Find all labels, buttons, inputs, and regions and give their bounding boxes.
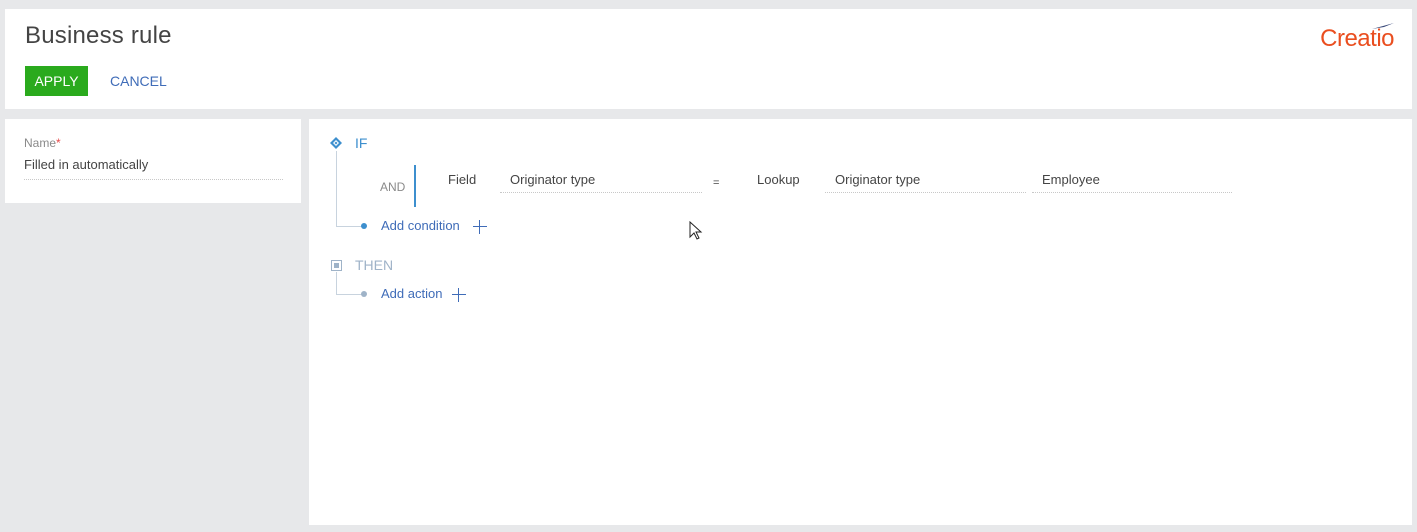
rule-editor-panel: IF AND Field Originator type = Lookup Or… [309, 119, 1412, 525]
tree-connector [336, 294, 363, 295]
condition-group-bar [414, 165, 416, 207]
mouse-cursor-icon [689, 221, 703, 240]
compare-field-input[interactable]: Originator type [825, 171, 1026, 193]
compare-type-label[interactable]: Lookup [757, 172, 800, 187]
required-mark: * [56, 136, 61, 150]
tree-connector [336, 272, 337, 294]
add-condition-link[interactable]: Add condition [381, 218, 460, 233]
name-label-text: Name [24, 136, 57, 150]
tree-node-dot [361, 223, 367, 229]
if-label: IF [355, 135, 368, 151]
then-label: THEN [355, 257, 394, 273]
if-diamond-icon [330, 137, 342, 149]
compare-value-input[interactable]: Employee [1032, 171, 1232, 193]
add-action-link[interactable]: Add action [381, 286, 442, 301]
add-action-plus-icon[interactable] [452, 288, 466, 302]
apply-button[interactable]: APPLY [25, 66, 88, 96]
add-condition-plus-icon[interactable] [473, 220, 487, 234]
cancel-button[interactable]: CANCEL [104, 66, 173, 96]
logo-swoosh-icon [1372, 23, 1394, 29]
properties-panel: Name* Filled in automatically [5, 119, 301, 203]
tree-connector [336, 151, 337, 227]
condition-field-input[interactable]: Originator type [500, 171, 702, 193]
creatio-logo: Creatio [1320, 23, 1394, 53]
tree-node-dot [361, 291, 367, 297]
tree-connector [336, 226, 363, 227]
page-title: Business rule [25, 22, 172, 49]
name-field-label: Name* [24, 136, 61, 150]
then-square-icon [331, 260, 342, 271]
name-field[interactable]: Filled in automatically [24, 157, 148, 172]
logic-operator[interactable]: AND [380, 180, 405, 194]
name-field-underline [24, 179, 283, 180]
condition-field-label: Field [448, 172, 477, 187]
page-header: Business rule APPLY CANCEL Creatio [5, 9, 1412, 109]
comparison-operator[interactable]: = [713, 177, 719, 189]
